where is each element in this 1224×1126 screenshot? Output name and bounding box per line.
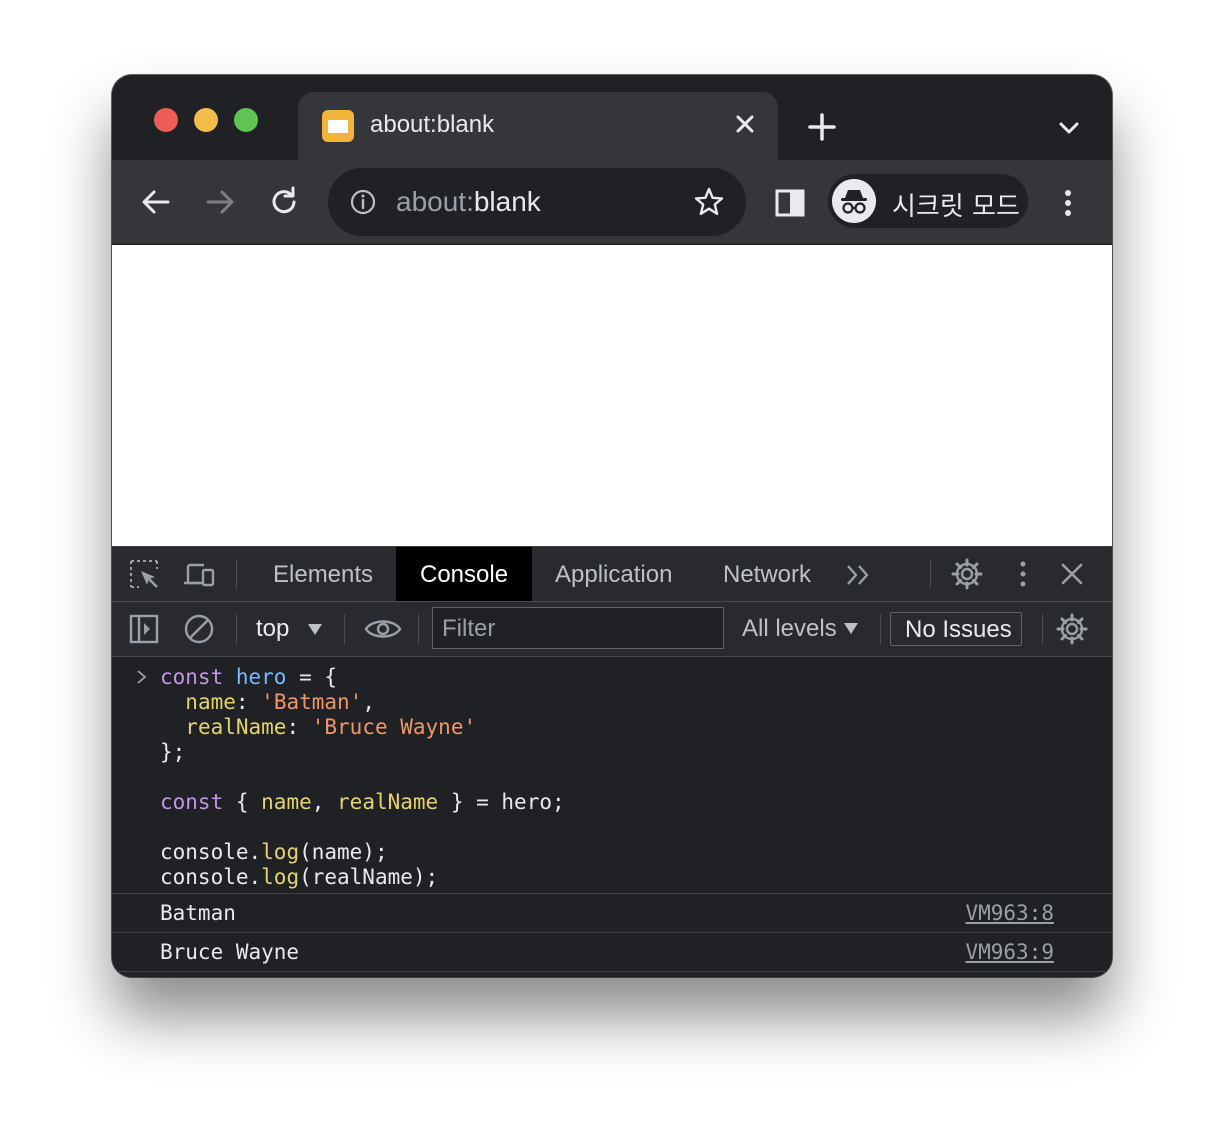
separator [236, 559, 237, 589]
tab-strip: about:blank [112, 75, 1112, 160]
tab-about-blank[interactable]: about:blank [298, 92, 778, 160]
browser-window: about:blank about:blank 시크릿 모드 Elements … [112, 75, 1112, 977]
console-code-line: realName: 'Bruce Wayne' [160, 715, 476, 740]
log-message: Batman [160, 901, 236, 925]
code-token: realName [185, 715, 287, 739]
code-token: log [261, 865, 300, 889]
code-token: 'Batman' [261, 690, 363, 714]
chevron-down-icon[interactable] [1054, 113, 1084, 143]
code-token: }; [160, 740, 186, 764]
separator [930, 559, 931, 589]
url-host: blank [473, 186, 541, 217]
code-token: realName [337, 790, 439, 814]
url-scheme: about: [396, 186, 474, 217]
eye-icon[interactable] [364, 612, 402, 646]
console-code-line: console.log(name); [160, 840, 388, 865]
info-icon[interactable] [348, 187, 378, 217]
gear-icon[interactable] [1055, 612, 1089, 646]
code-token: hero [235, 665, 287, 689]
tab-application[interactable]: Application [555, 547, 672, 601]
forward-icon[interactable] [202, 184, 238, 220]
code-token: name [185, 690, 236, 714]
close-icon[interactable] [1055, 557, 1089, 591]
context-selector[interactable]: top [256, 615, 289, 643]
close-window-button[interactable] [154, 108, 178, 132]
zoom-window-button[interactable] [234, 108, 258, 132]
code-token: console. [160, 840, 262, 864]
console-code-line: console.log(realName); [160, 865, 438, 890]
separator [344, 614, 345, 644]
code-token: (realName); [299, 865, 439, 889]
omnibox[interactable]: about:blank [328, 168, 746, 236]
code-token: name [261, 790, 312, 814]
kebab-menu-icon[interactable] [1050, 185, 1086, 221]
code-token: , [311, 790, 338, 814]
code-token: , [362, 690, 375, 714]
log-source-link[interactable]: VM963:8 [965, 901, 1054, 925]
code-token: : [286, 715, 312, 739]
minimize-window-button[interactable] [194, 108, 218, 132]
code-token: (name); [299, 840, 388, 864]
browser-toolbar: about:blank 시크릿 모드 [112, 160, 1112, 245]
gear-icon[interactable] [950, 557, 984, 591]
tab-network[interactable]: Network [723, 547, 811, 601]
close-icon[interactable] [730, 109, 760, 139]
console-code-line: name: 'Batman', [160, 690, 375, 715]
tab-console[interactable]: Console [396, 547, 533, 601]
chevron-right-icon [137, 670, 147, 684]
issues-label: No Issues [905, 616, 1012, 643]
sidebar-toggle-icon[interactable] [127, 612, 161, 646]
levels-dropdown-icon[interactable] [844, 623, 858, 634]
filter-placeholder: Filter [442, 615, 496, 642]
console-toolbar: top Filter All levels No Issues [112, 602, 1112, 657]
separator [236, 614, 237, 644]
tab-elements[interactable]: Elements [273, 547, 373, 601]
console-output[interactable]: const hero = { name: 'Batman', realName:… [112, 657, 1112, 977]
device-icon[interactable] [182, 557, 216, 591]
console-code-line: }; [160, 740, 185, 765]
code-token: const [160, 790, 224, 814]
console-code-line: const hero = { [160, 665, 337, 690]
plus-icon[interactable] [804, 109, 840, 145]
code-token: } = hero; [438, 790, 565, 814]
tab-title: about:blank [370, 111, 495, 138]
kebab-menu-icon[interactable] [1006, 557, 1040, 591]
omnibox-url: about:blank [396, 186, 541, 218]
context-dropdown-icon[interactable] [308, 624, 322, 635]
code-token: 'Bruce Wayne' [311, 715, 477, 739]
incognito-icon [832, 179, 876, 223]
code-token: = { [286, 665, 338, 689]
separator [1042, 614, 1043, 644]
code-token: : [235, 690, 262, 714]
side-panel-icon[interactable] [772, 185, 808, 221]
inspect-icon[interactable] [127, 557, 161, 591]
console-code-line: const { name, realName } = hero; [160, 790, 565, 815]
devtools-tab-bar: Elements Console Application Network [112, 547, 1112, 602]
incognito-label: 시크릿 모드 [892, 192, 1020, 222]
code-token: { [223, 790, 262, 814]
filter-input[interactable]: Filter [432, 607, 724, 649]
code-token: log [261, 840, 300, 864]
page-viewport[interactable] [112, 245, 1112, 546]
issues-button[interactable]: No Issues [890, 612, 1022, 646]
devtools-panel: Elements Console Application Network top… [112, 546, 1112, 977]
log-row: Bruce Wayne VM963:9 [112, 932, 1112, 972]
page-favicon-icon [322, 110, 354, 142]
code-token: const [160, 665, 236, 689]
star-icon[interactable] [692, 185, 726, 219]
back-icon[interactable] [138, 184, 174, 220]
incognito-profile-button[interactable]: 시크릿 모드 [828, 174, 1028, 228]
code-token: console. [160, 865, 262, 889]
reload-icon[interactable] [266, 184, 302, 220]
separator [418, 614, 419, 644]
log-source-link[interactable]: VM963:9 [965, 940, 1054, 964]
log-message: Bruce Wayne [160, 940, 300, 964]
clear-icon[interactable] [182, 612, 216, 646]
separator [880, 614, 881, 644]
log-levels-dropdown[interactable]: All levels [742, 615, 837, 643]
more-tabs-icon[interactable] [842, 558, 876, 592]
log-row: Batman VM963:8 [112, 893, 1112, 932]
